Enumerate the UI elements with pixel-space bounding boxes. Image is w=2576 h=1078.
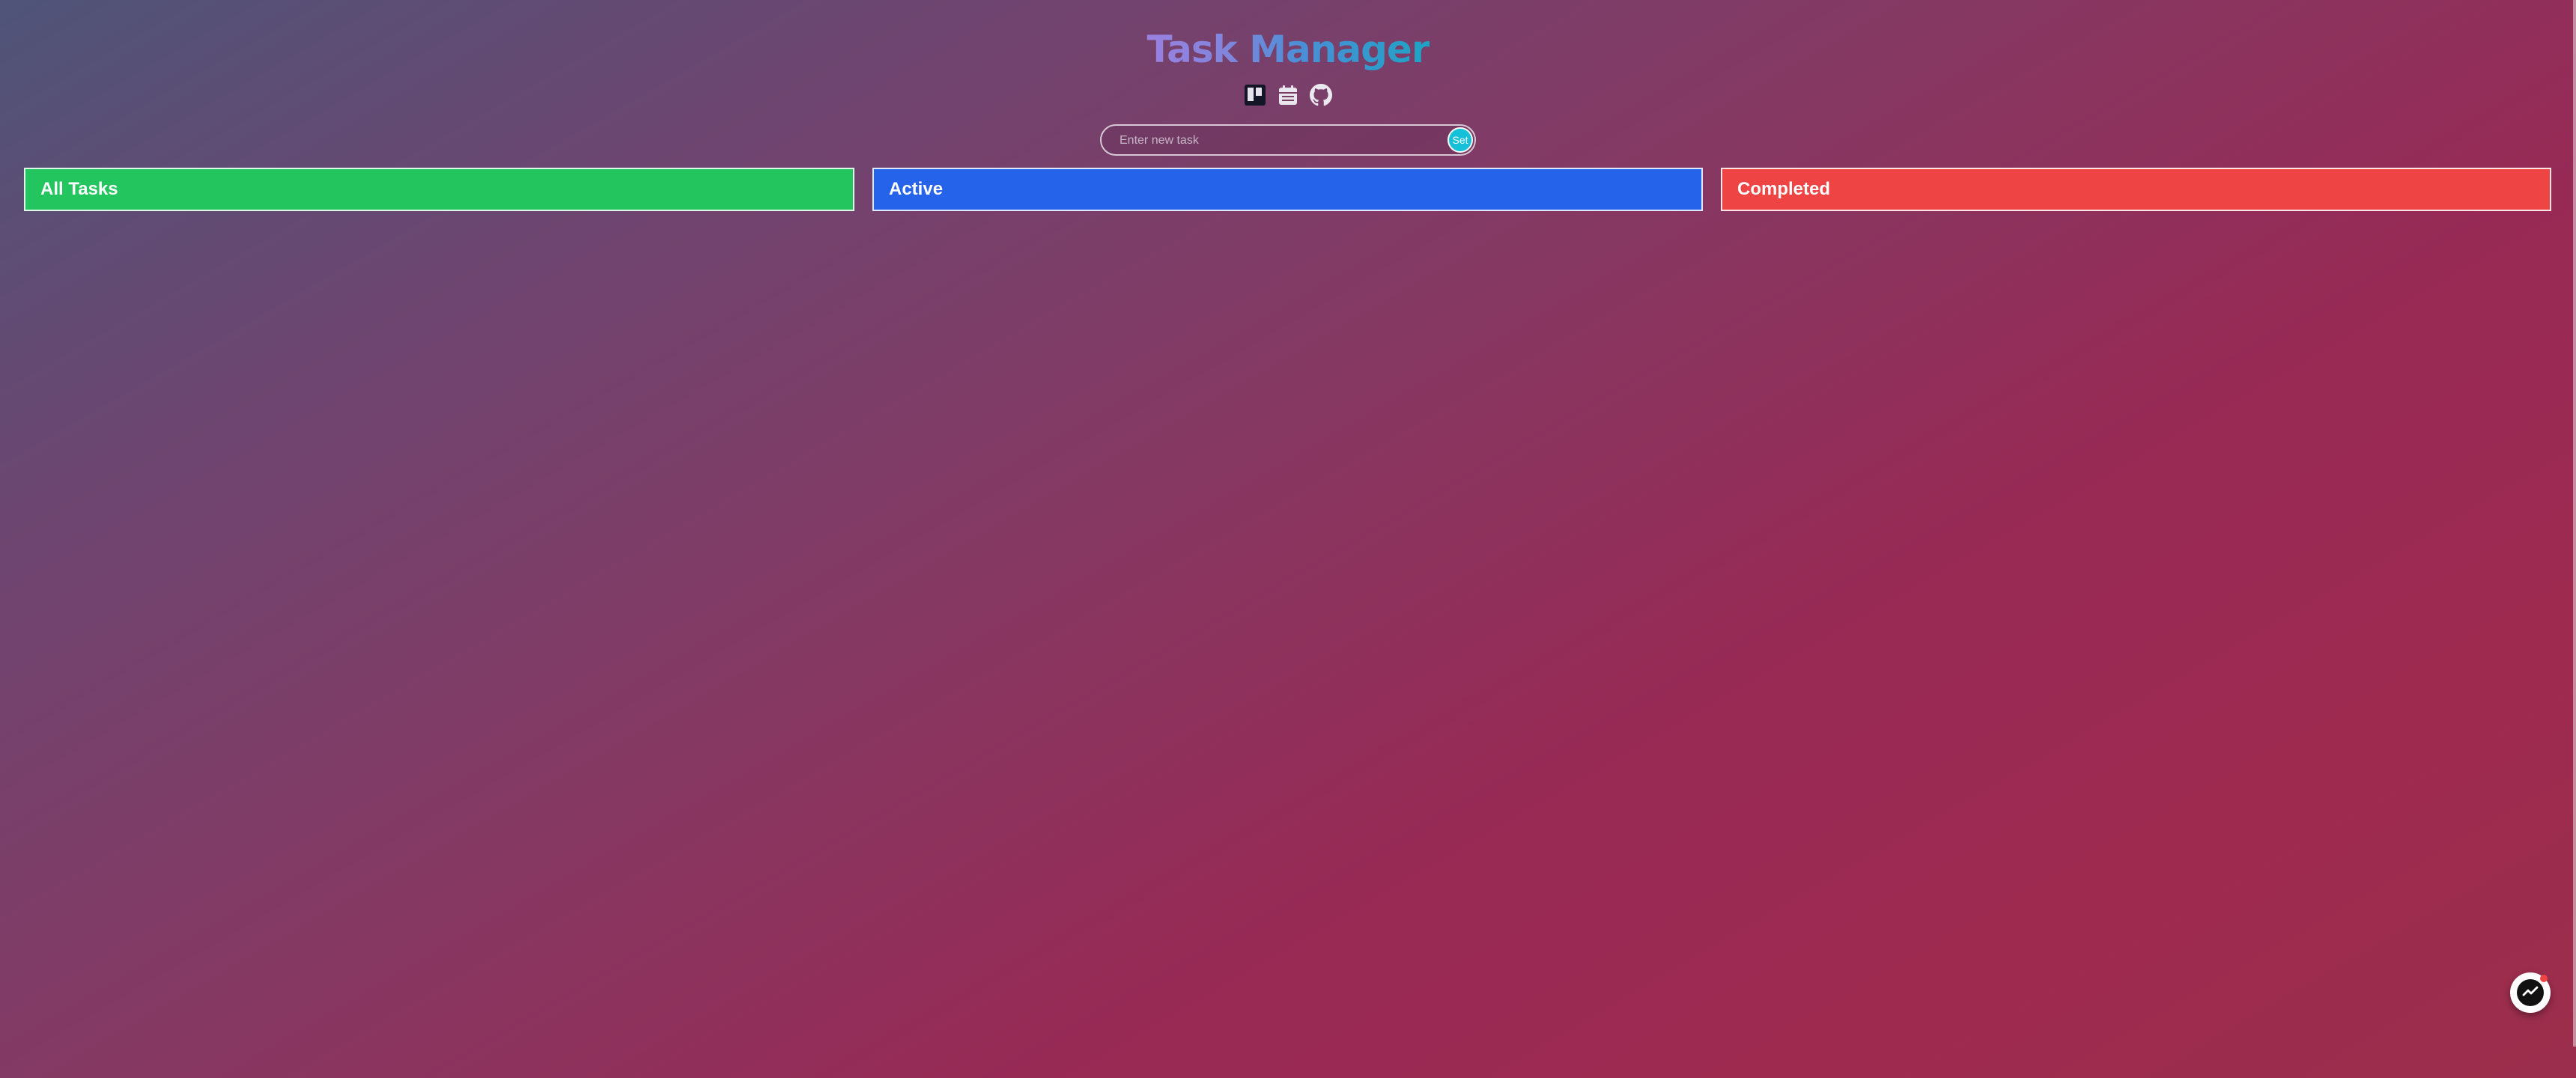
github-icon[interactable]: [1309, 83, 1333, 107]
new-task-form: Set: [1100, 124, 1476, 156]
column-all-tasks[interactable]: All Tasks: [24, 168, 854, 211]
set-task-button[interactable]: Set: [1448, 127, 1473, 153]
column-completed-label: Completed: [1737, 179, 1831, 199]
column-active-label: Active: [889, 179, 944, 199]
column-active[interactable]: Active: [872, 168, 1703, 211]
messenger-icon: [2517, 979, 2544, 1006]
kanban-board-icon[interactable]: [1243, 83, 1267, 107]
header-icon-row: [1243, 82, 1333, 108]
column-completed[interactable]: Completed: [1721, 168, 2551, 211]
calendar-icon[interactable]: [1276, 83, 1300, 107]
vertical-scrollbar[interactable]: [2573, 0, 2576, 1047]
page-title: Task Manager: [1146, 28, 1430, 71]
notification-dot: [2540, 975, 2548, 982]
new-task-input[interactable]: [1118, 129, 1421, 153]
set-task-button-label: Set: [1452, 134, 1468, 146]
column-all-tasks-label: All Tasks: [40, 179, 118, 199]
chat-widget-button[interactable]: [2510, 972, 2551, 1013]
